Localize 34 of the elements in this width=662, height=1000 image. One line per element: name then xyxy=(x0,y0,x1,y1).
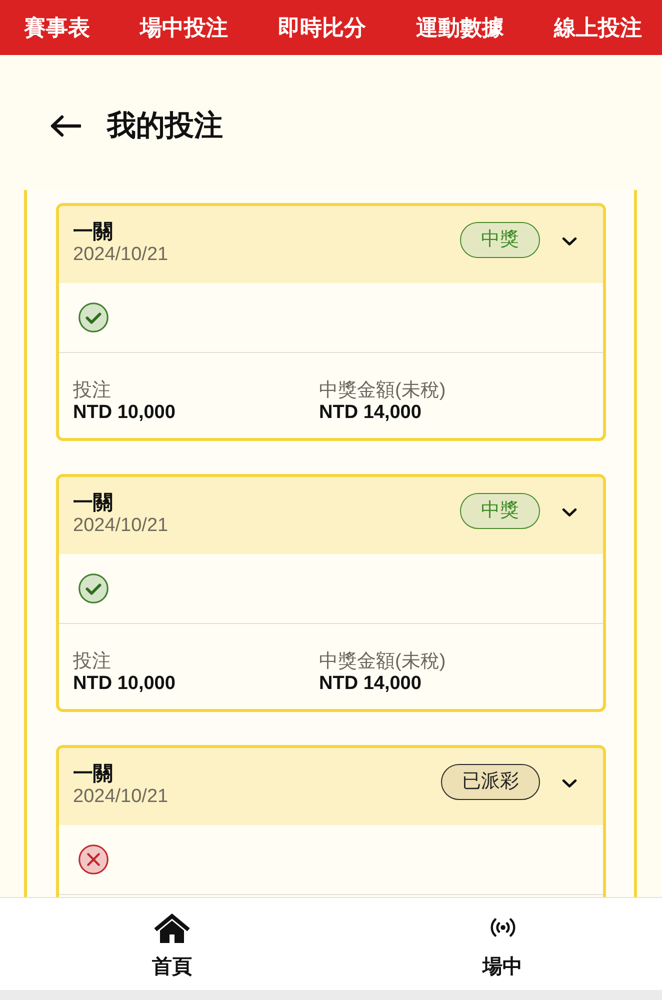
bet-type-title: 一關 xyxy=(73,220,113,244)
check-circle-icon xyxy=(78,573,109,604)
payout-label: 中獎金額(未稅) xyxy=(319,651,446,673)
broadcast-icon xyxy=(488,916,516,939)
chevron-down-icon[interactable] xyxy=(562,779,577,788)
home-icon xyxy=(153,912,191,943)
check-circle-icon xyxy=(78,302,109,333)
top-nav-tab[interactable]: 運動數據 xyxy=(416,14,504,42)
top-nav-tab[interactable]: 場中投注 xyxy=(140,14,228,42)
bet-type-title: 一關 xyxy=(73,762,113,786)
page-title: 我的投注 xyxy=(107,108,223,144)
left-arrow-icon[interactable] xyxy=(50,114,81,136)
status-badge: 中獎 xyxy=(460,493,540,529)
payout-amount: NTD 14,000 xyxy=(319,673,422,695)
chevron-down-icon[interactable] xyxy=(562,237,577,246)
status-badge: 已派彩 xyxy=(441,764,540,800)
stake-label: 投注 xyxy=(73,380,111,402)
top-nav-tab[interactable]: 即時比分 xyxy=(278,14,366,42)
payout-label: 中獎金額(未稅) xyxy=(319,380,446,402)
top-nav-tab[interactable]: 賽事表 xyxy=(24,14,90,42)
bet-date: 2024/10/21 xyxy=(73,244,168,266)
chevron-down-icon[interactable] xyxy=(562,508,577,517)
payout-amount: NTD 14,000 xyxy=(319,402,422,424)
top-nav-tab[interactable]: 線上投注 xyxy=(554,14,642,42)
bet-date: 2024/10/21 xyxy=(73,786,168,808)
bet-date: 2024/10/21 xyxy=(73,515,168,537)
cross-circle-icon xyxy=(78,844,109,875)
bottom-nav-item[interactable]: 場中 xyxy=(476,898,528,985)
stake-amount: NTD 10,000 xyxy=(73,402,176,424)
stake-label: 投注 xyxy=(73,651,111,673)
bet-type-title: 一關 xyxy=(73,491,113,515)
status-badge: 中獎 xyxy=(460,222,540,258)
bottom-nav-item[interactable]: 首頁 xyxy=(146,898,198,985)
stake-amount: NTD 10,000 xyxy=(73,673,176,695)
